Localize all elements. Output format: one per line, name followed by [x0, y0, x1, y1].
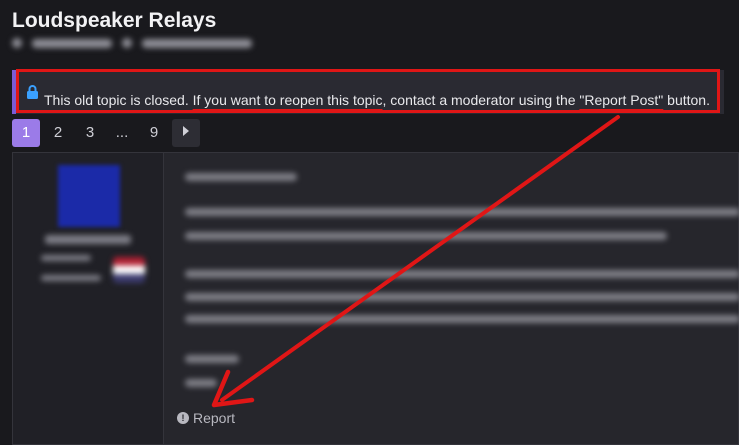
blurred-line [185, 379, 217, 387]
page-link-2[interactable]: 2 [44, 119, 72, 147]
blurred-username [45, 235, 131, 244]
lock-icon [27, 85, 38, 99]
page-link-1[interactable]: 1 [12, 119, 40, 147]
closed-topic-notice: This old topic is closed. If you want to… [12, 70, 724, 114]
blurred-author [32, 38, 112, 48]
user-icon [12, 38, 22, 48]
notice-text: This old topic is closed. If you want to… [44, 76, 710, 108]
blurred-date [142, 38, 252, 48]
next-page-button[interactable] [172, 119, 200, 147]
blurred-user-title [41, 255, 91, 261]
post-card: ! Report [12, 152, 739, 445]
chevron-right-icon [183, 126, 189, 136]
notice-report-post-ref: "Report Post" [579, 92, 664, 108]
blurred-line [185, 270, 739, 278]
page-link-3[interactable]: 3 [76, 119, 104, 147]
notice-prefix: This old topic is closed. [44, 92, 193, 108]
page-title: Loudspeaker Relays [12, 9, 217, 32]
notice-reopen-link: If you want to reopen this topic [192, 92, 383, 108]
page-link-9[interactable]: 9 [140, 119, 168, 147]
clock-icon [122, 38, 132, 48]
page-ellipsis: ... [115, 124, 129, 141]
blurred-line [185, 232, 667, 240]
notice-suffix: button. [663, 92, 710, 108]
post-author-column [13, 153, 164, 444]
report-button[interactable]: ! Report [177, 410, 235, 426]
topic-meta-blurred [12, 38, 252, 48]
blurred-line [185, 208, 739, 216]
avatar [58, 165, 120, 227]
blurred-line [185, 355, 239, 363]
post-body-blurred [173, 153, 739, 444]
notice-middle: , contact a moderator using the [382, 92, 580, 108]
blurred-user-stats [41, 275, 101, 281]
blurred-post-date [185, 173, 297, 181]
pagination: 1 2 3 ... 9 [12, 119, 200, 147]
exclamation-icon: ! [177, 412, 189, 424]
report-label: Report [193, 410, 236, 426]
blurred-line [185, 293, 739, 301]
flag-icon [113, 257, 145, 283]
blurred-line [185, 315, 739, 323]
